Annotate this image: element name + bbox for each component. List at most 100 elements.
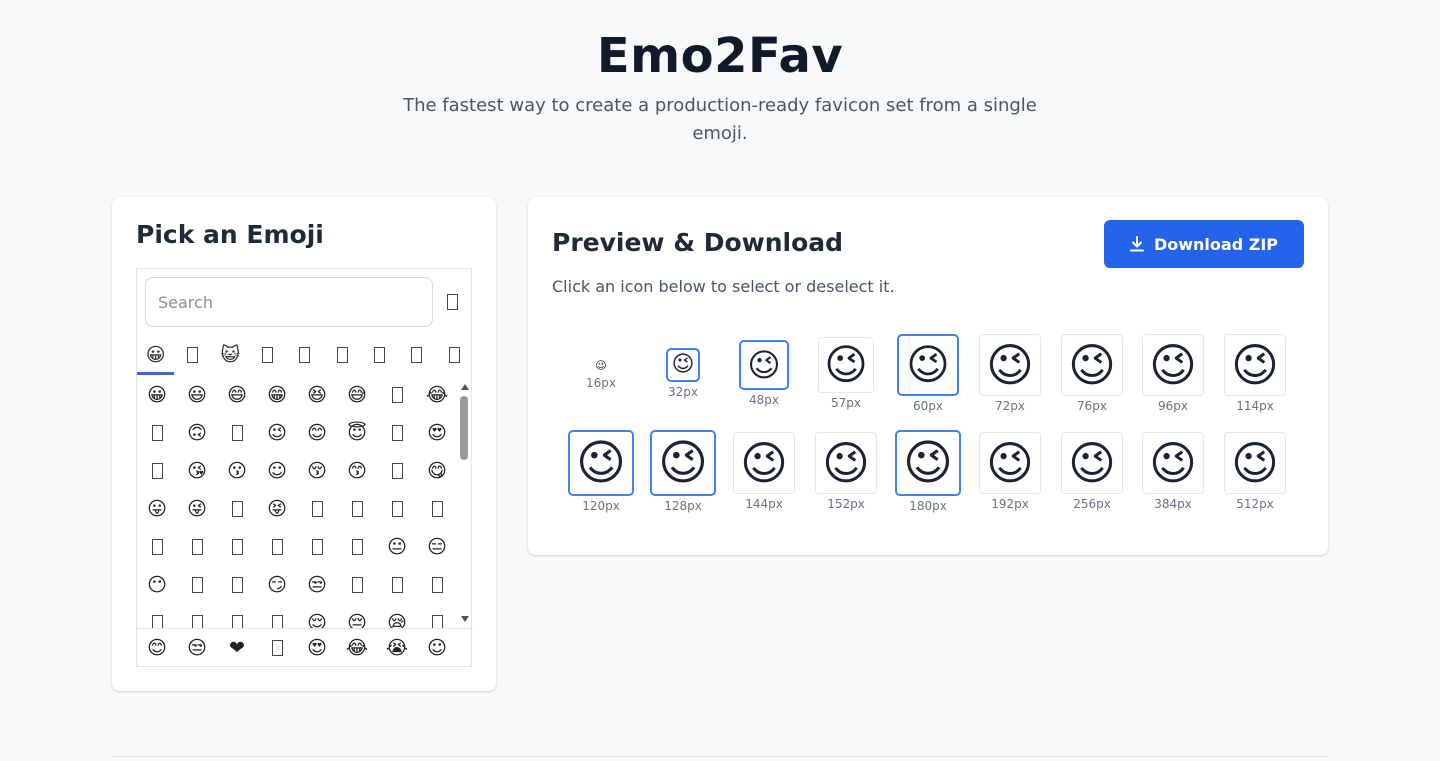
category-tab[interactable] xyxy=(174,335,211,375)
emoji-option[interactable]: 🙃 xyxy=(177,414,217,452)
emoji-option[interactable]: 😃 xyxy=(177,376,217,414)
emoji-option[interactable] xyxy=(417,566,457,604)
emoji-option[interactable]: 😜 xyxy=(177,490,217,528)
favicon-option[interactable]: 😉 76px xyxy=(1052,334,1132,414)
emoji-option[interactable]: 😍 xyxy=(417,414,457,452)
emoji-option[interactable]: ☺ xyxy=(257,452,297,490)
emoji-option[interactable]: 😉 xyxy=(257,414,297,452)
favicon-option[interactable]: 😉 72px xyxy=(970,334,1050,414)
favicon-option[interactable]: 😉 57px xyxy=(806,337,886,411)
category-tab[interactable] xyxy=(398,335,435,375)
emoji-option[interactable] xyxy=(297,528,337,566)
emoji-option[interactable]: 😛 xyxy=(137,490,177,528)
emoji-option[interactable] xyxy=(337,566,377,604)
emoji-option[interactable]: 😔 xyxy=(337,604,377,628)
favicon-option[interactable]: 😉 114px xyxy=(1215,334,1295,414)
favicon-option[interactable]: 😉 180px xyxy=(888,430,968,514)
download-zip-button[interactable]: Download ZIP xyxy=(1104,220,1304,268)
favicon-option[interactable]: 😉 32px xyxy=(643,348,723,400)
recent-emoji[interactable]: 😊 xyxy=(137,629,177,667)
emoji-glyph: 😍 xyxy=(307,637,327,659)
category-tab[interactable]: 😀 xyxy=(137,335,175,375)
emoji-option[interactable]: 😘 xyxy=(177,452,217,490)
emoji-option[interactable] xyxy=(337,490,377,528)
scroll-down-arrow-icon[interactable] xyxy=(461,616,469,622)
favicon-option[interactable]: 😉 192px xyxy=(970,432,1050,512)
emoji-scrollbar[interactable] xyxy=(457,376,473,628)
emoji-option[interactable]: 😗 xyxy=(217,452,257,490)
emoji-option[interactable]: 😐 xyxy=(377,528,417,566)
recent-emoji[interactable]: 😂 xyxy=(337,629,377,667)
emoji-option[interactable]: 😪 xyxy=(377,604,417,628)
emoji-option[interactable] xyxy=(217,490,257,528)
emoji-option[interactable] xyxy=(257,604,297,628)
recent-emoji[interactable]: 😍 xyxy=(297,629,337,667)
emoji-option[interactable] xyxy=(257,528,297,566)
favicon-option[interactable]: 😉 512px xyxy=(1215,432,1295,512)
emoji-option[interactable]: 😙 xyxy=(337,452,377,490)
favicon-option[interactable]: 😉 48px xyxy=(724,340,804,408)
emoji-option[interactable] xyxy=(177,566,217,604)
category-tab[interactable]: 😺 xyxy=(212,335,249,375)
emoji-option[interactable] xyxy=(217,414,257,452)
emoji-option[interactable] xyxy=(217,528,257,566)
category-tab[interactable] xyxy=(324,335,361,375)
scroll-up-arrow-icon[interactable] xyxy=(461,384,469,390)
emoji-option[interactable]: 😏 xyxy=(257,566,297,604)
emoji-option[interactable]: 😶 xyxy=(137,566,177,604)
emoji-option[interactable] xyxy=(337,528,377,566)
emoji-glyph xyxy=(391,463,403,479)
recent-emoji[interactable] xyxy=(257,629,297,667)
emoji-option[interactable] xyxy=(177,604,217,628)
favicon-option[interactable]: 😉 16px xyxy=(561,357,641,391)
emoji-option[interactable] xyxy=(377,414,417,452)
emoji-option[interactable]: 😌 xyxy=(297,604,337,628)
category-tab[interactable] xyxy=(361,335,398,375)
emoji-option[interactable]: 😆 xyxy=(297,376,337,414)
emoji-option[interactable] xyxy=(217,604,257,628)
emoji-option[interactable]: 😅 xyxy=(337,376,377,414)
favicon-option[interactable]: 😉 256px xyxy=(1052,432,1132,512)
emoji-option[interactable]: 😋 xyxy=(417,452,457,490)
emoji-option[interactable]: 😇 xyxy=(337,414,377,452)
emoji-option[interactable]: 😊 xyxy=(297,414,337,452)
emoji-option[interactable] xyxy=(377,376,417,414)
emoji-option[interactable] xyxy=(137,528,177,566)
emoji-option[interactable]: 😝 xyxy=(257,490,297,528)
skin-tone-button[interactable] xyxy=(443,289,461,315)
emoji-option[interactable]: 😒 xyxy=(297,566,337,604)
emoji-option[interactable] xyxy=(137,452,177,490)
emoji-option[interactable]: 😑 xyxy=(417,528,457,566)
recent-emoji[interactable]: ☺ xyxy=(417,629,457,667)
recent-emoji[interactable]: ❤ xyxy=(217,629,257,667)
category-tab[interactable] xyxy=(436,335,473,375)
recent-emoji[interactable]: 😒 xyxy=(177,629,217,667)
emoji-option[interactable] xyxy=(377,566,417,604)
emoji-option[interactable]: 😂 xyxy=(417,376,457,414)
favicon-option[interactable]: 😉 128px xyxy=(643,430,723,514)
emoji-option[interactable] xyxy=(217,566,257,604)
category-tab[interactable] xyxy=(286,335,323,375)
favicon-option[interactable]: 😉 384px xyxy=(1133,432,1213,512)
emoji-option[interactable]: 😄 xyxy=(217,376,257,414)
emoji-option[interactable]: 😀 xyxy=(137,376,177,414)
emoji-option[interactable] xyxy=(137,414,177,452)
recent-emoji[interactable]: 😭 xyxy=(377,629,417,667)
favicon-option[interactable]: 😉 96px xyxy=(1133,334,1213,414)
emoji-option[interactable] xyxy=(417,490,457,528)
emoji-option[interactable] xyxy=(297,490,337,528)
favicon-option[interactable]: 😉 60px xyxy=(888,334,968,414)
emoji-option[interactable] xyxy=(417,604,457,628)
emoji-option[interactable]: 😁 xyxy=(257,376,297,414)
emoji-option[interactable] xyxy=(137,604,177,628)
scroll-thumb[interactable] xyxy=(460,396,468,460)
emoji-option[interactable] xyxy=(377,490,417,528)
favicon-option[interactable]: 😉 120px xyxy=(561,430,641,514)
favicon-option[interactable]: 😉 152px xyxy=(806,432,886,512)
emoji-option[interactable] xyxy=(177,528,217,566)
emoji-option[interactable]: 😚 xyxy=(297,452,337,490)
emoji-search-input[interactable] xyxy=(145,277,433,327)
favicon-option[interactable]: 😉 144px xyxy=(724,432,804,512)
emoji-option[interactable] xyxy=(377,452,417,490)
category-tab[interactable] xyxy=(249,335,286,375)
